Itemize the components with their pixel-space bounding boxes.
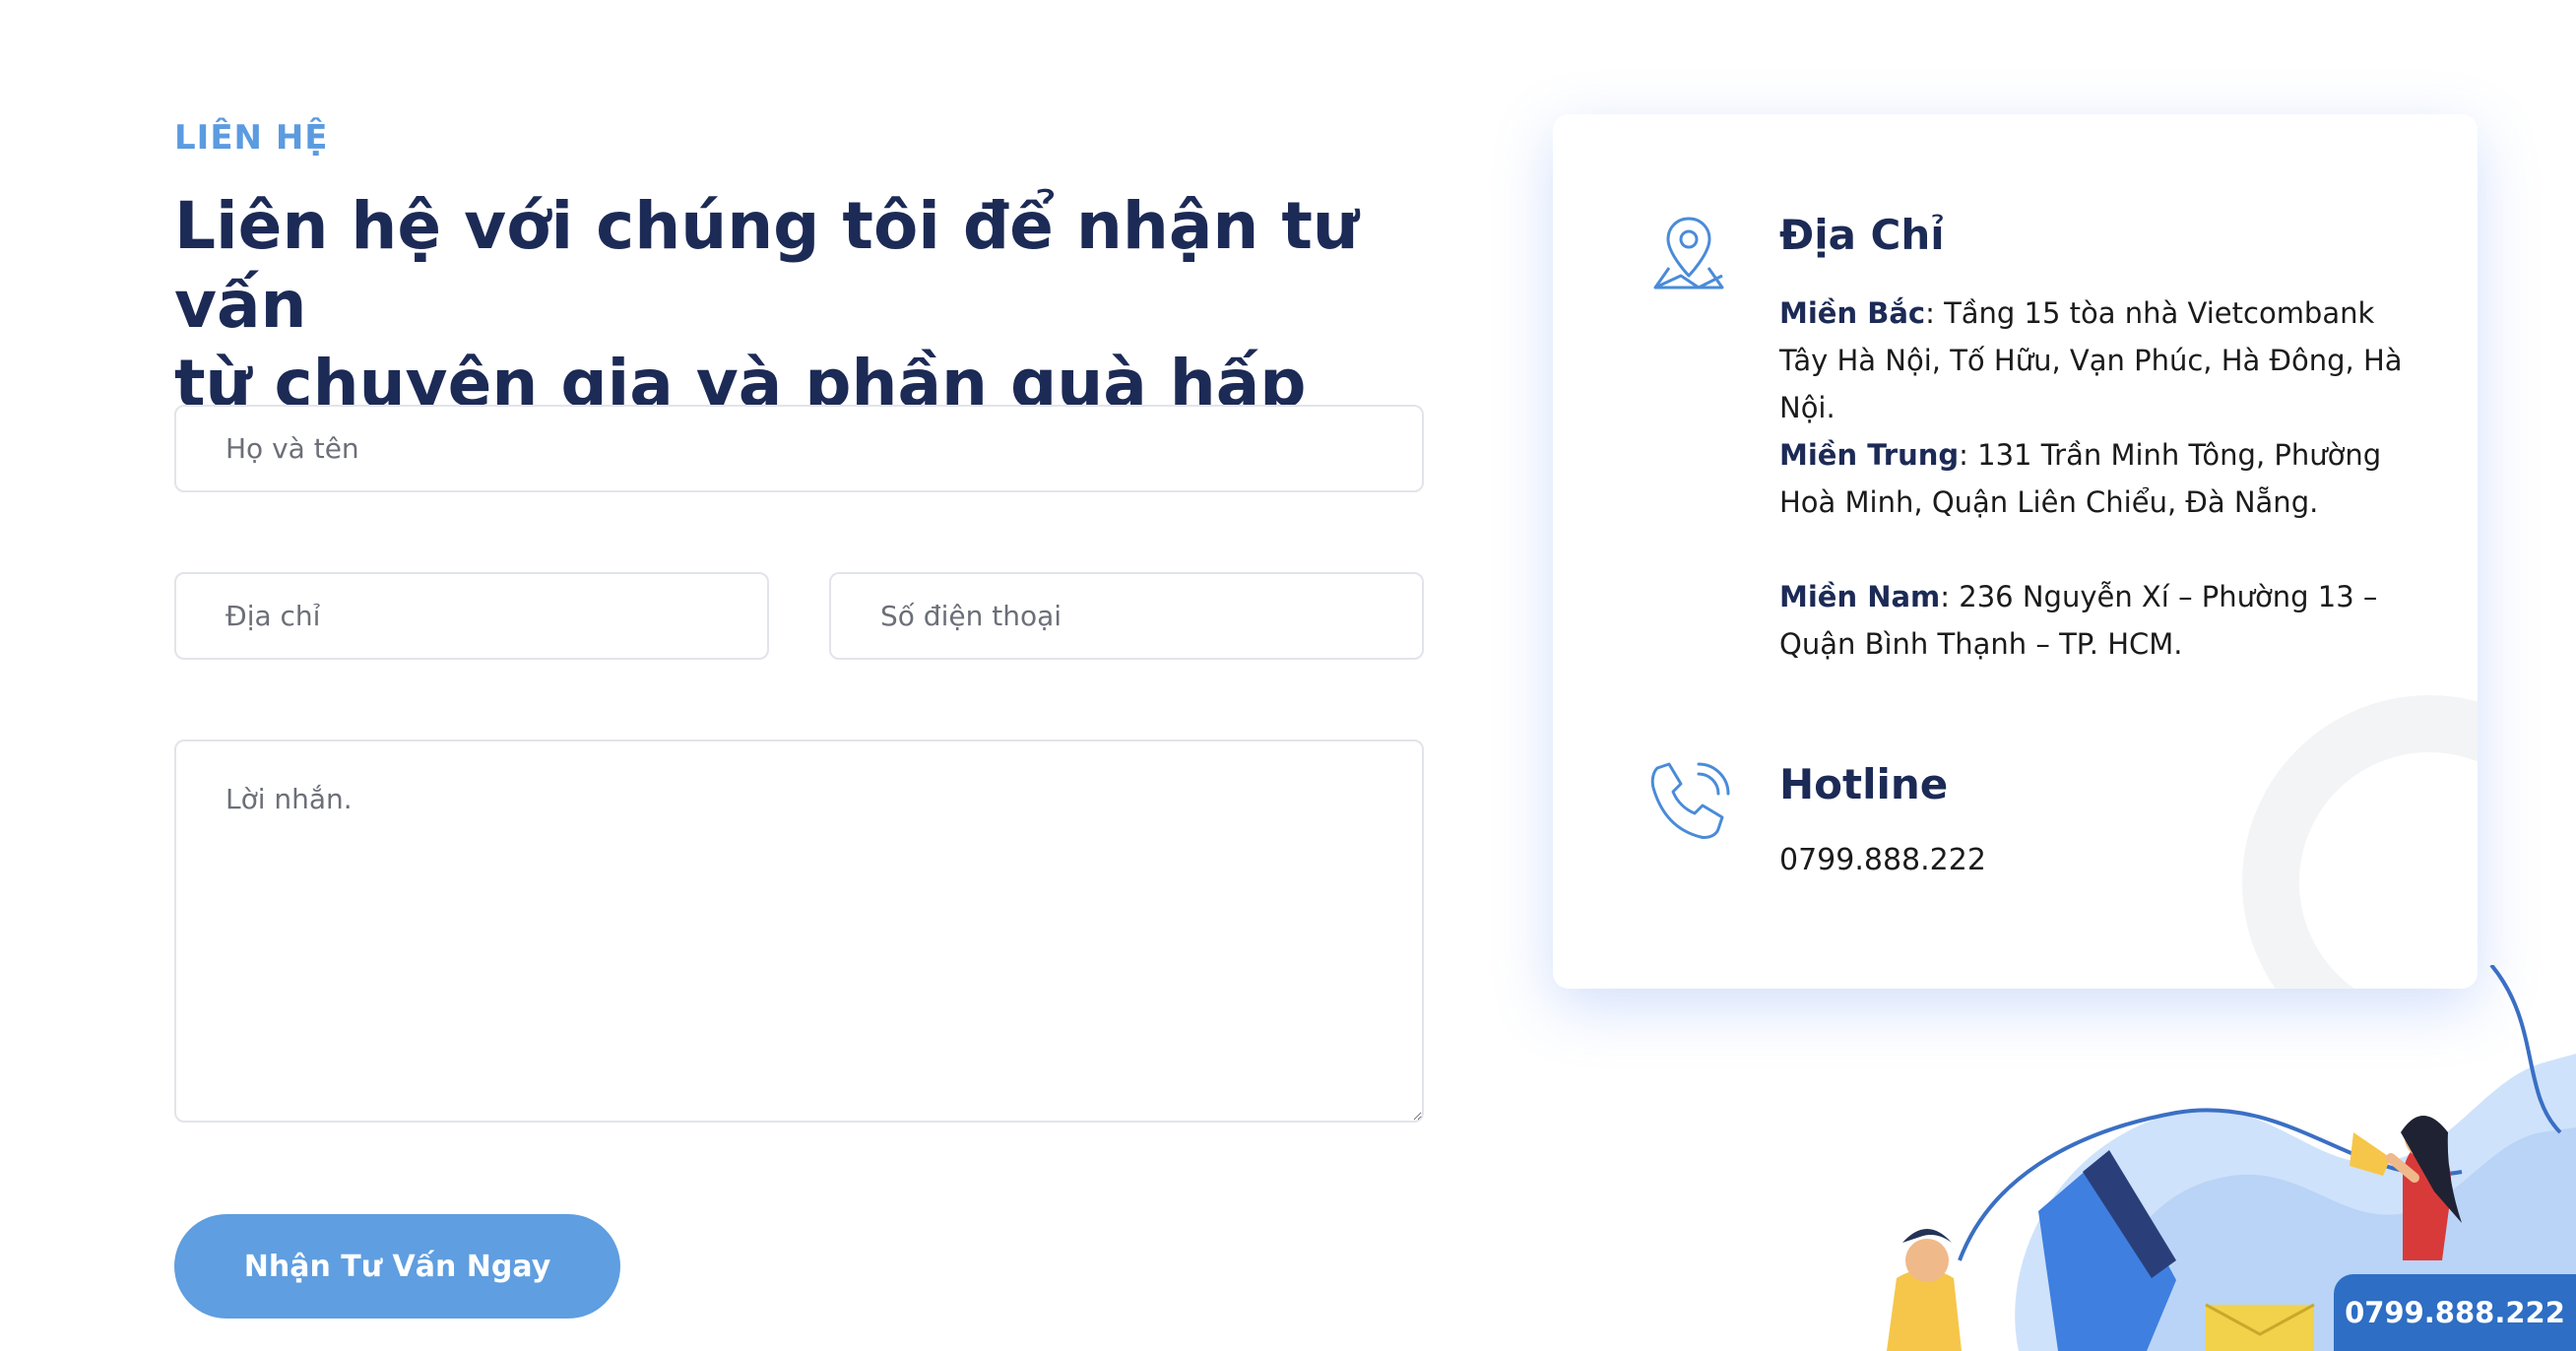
hotline-title: Hotline bbox=[1779, 760, 1949, 808]
hotline-number[interactable]: 0799.888.222 bbox=[1779, 843, 1986, 877]
contact-info-card: Địa Chỉ Miền Bắc: Tầng 15 tòa nhà Vietco… bbox=[1553, 114, 2478, 989]
phone-input[interactable] bbox=[829, 572, 1424, 660]
phone-icon bbox=[1647, 760, 1732, 849]
office-south: Miền Nam: 236 Nguyễn Xí – Phường 13 – Qu… bbox=[1779, 573, 2429, 668]
floating-hotline-button[interactable]: 0799.888.222 bbox=[2334, 1274, 2576, 1351]
section-kicker: LIÊN HỆ bbox=[174, 118, 329, 158]
office-region: Miền Nam bbox=[1779, 580, 1941, 613]
office-region: Miền Trung bbox=[1779, 438, 1960, 472]
submit-button[interactable]: Nhận Tư Vấn Ngay bbox=[174, 1214, 620, 1319]
address-input[interactable] bbox=[174, 572, 769, 660]
page-title-line-1: Liên hệ với chúng tôi để nhận tư vấn bbox=[174, 188, 1359, 343]
address-title: Địa Chỉ bbox=[1779, 211, 1945, 259]
decorative-ring bbox=[2242, 695, 2478, 989]
message-textarea[interactable] bbox=[174, 740, 1424, 1123]
full-name-input[interactable] bbox=[174, 405, 1424, 492]
office-central: Miền Trung: 131 Trần Minh Tông, Phường H… bbox=[1779, 431, 2429, 526]
office-region: Miền Bắc bbox=[1779, 296, 1926, 330]
map-pin-icon bbox=[1647, 213, 1730, 299]
office-north: Miền Bắc: Tầng 15 tòa nhà Vietcombank Tâ… bbox=[1779, 290, 2429, 431]
